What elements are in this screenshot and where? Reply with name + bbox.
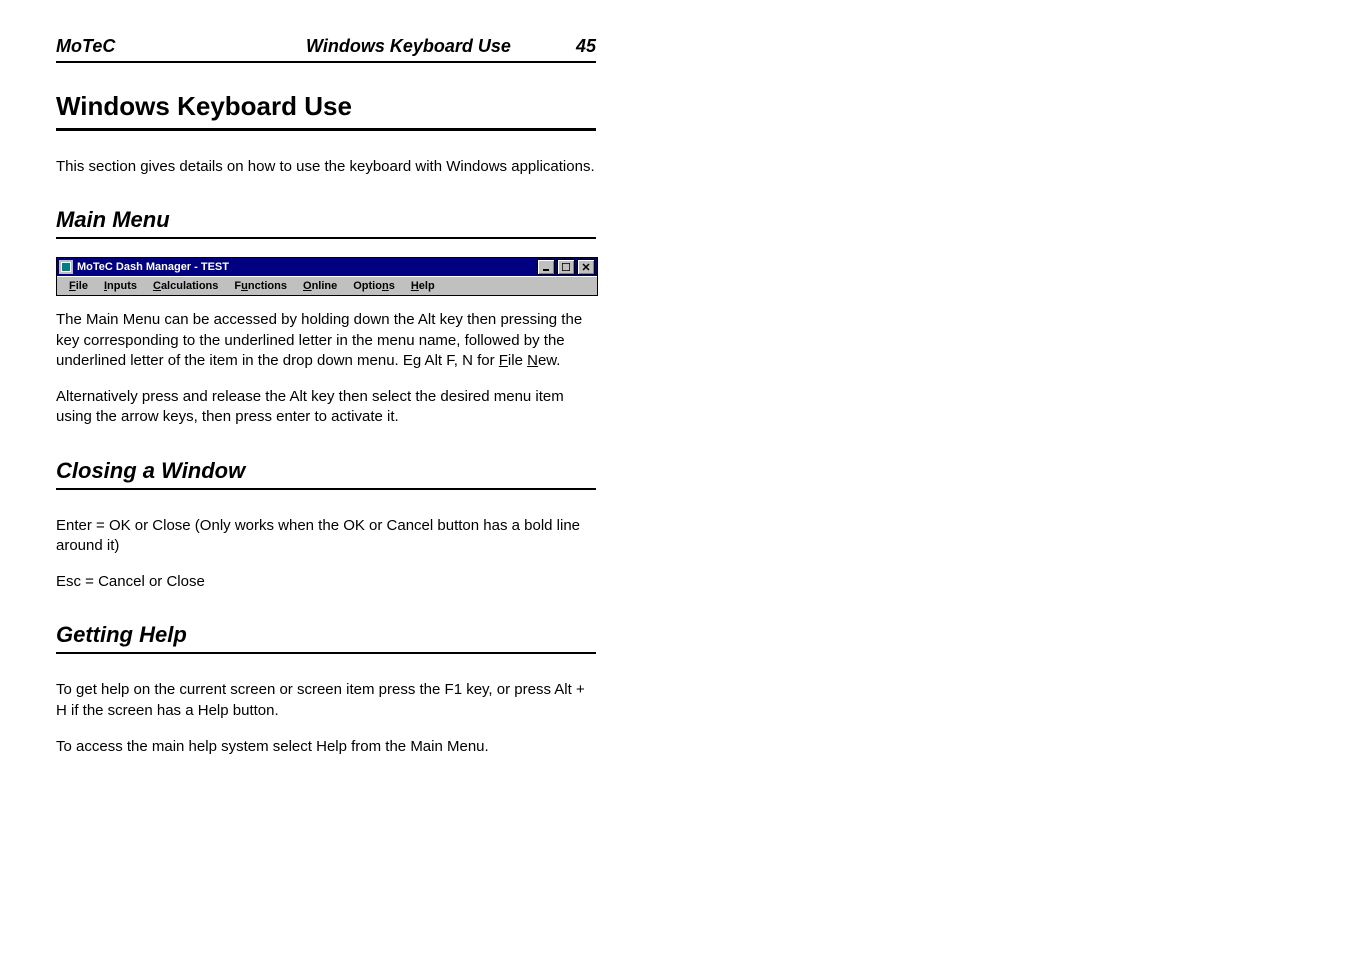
titlebar: MoTeC Dash Manager - TEST bbox=[57, 258, 597, 276]
brand-label: MoTeC bbox=[56, 36, 306, 57]
page-title: Windows Keyboard Use bbox=[56, 91, 596, 131]
menu-online[interactable]: Online bbox=[295, 280, 345, 292]
header-section-label: Windows Keyboard Use bbox=[306, 36, 536, 57]
menubar: File Inputs Calculations Functions Onlin… bbox=[57, 276, 597, 295]
menu-options[interactable]: Options bbox=[345, 280, 403, 292]
app-icon bbox=[59, 260, 73, 274]
menu-file[interactable]: File bbox=[61, 280, 96, 292]
section-heading-getting-help: Getting Help bbox=[56, 622, 596, 654]
maximize-icon[interactable] bbox=[557, 259, 575, 275]
closing-line-1: Enter = OK or Close (Only works when the… bbox=[56, 516, 596, 557]
intro-paragraph: This section gives details on how to use… bbox=[56, 157, 596, 177]
main-menu-paragraph-1: The Main Menu can be accessed by holding… bbox=[56, 310, 596, 371]
closing-line-2: Esc = Cancel or Close bbox=[56, 572, 596, 592]
close-icon[interactable] bbox=[577, 259, 595, 275]
menu-calculations[interactable]: Calculations bbox=[145, 280, 226, 292]
help-line-2: To access the main help system select He… bbox=[56, 737, 596, 757]
menu-functions[interactable]: Functions bbox=[226, 280, 295, 292]
main-menu-paragraph-2: Alternatively press and release the Alt … bbox=[56, 387, 596, 428]
menu-help[interactable]: Help bbox=[403, 280, 443, 292]
section-heading-main-menu: Main Menu bbox=[56, 207, 596, 239]
section-heading-closing-window: Closing a Window bbox=[56, 458, 596, 490]
help-line-1: To get help on the current screen or scr… bbox=[56, 680, 596, 721]
app-window-screenshot: MoTeC Dash Manager - TEST bbox=[56, 257, 598, 296]
page-number: 45 bbox=[536, 36, 596, 57]
menu-inputs[interactable]: Inputs bbox=[96, 280, 145, 292]
minimize-icon[interactable] bbox=[537, 259, 555, 275]
titlebar-text: MoTeC Dash Manager - TEST bbox=[77, 261, 537, 273]
running-header: MoTeC Windows Keyboard Use 45 bbox=[56, 36, 596, 63]
